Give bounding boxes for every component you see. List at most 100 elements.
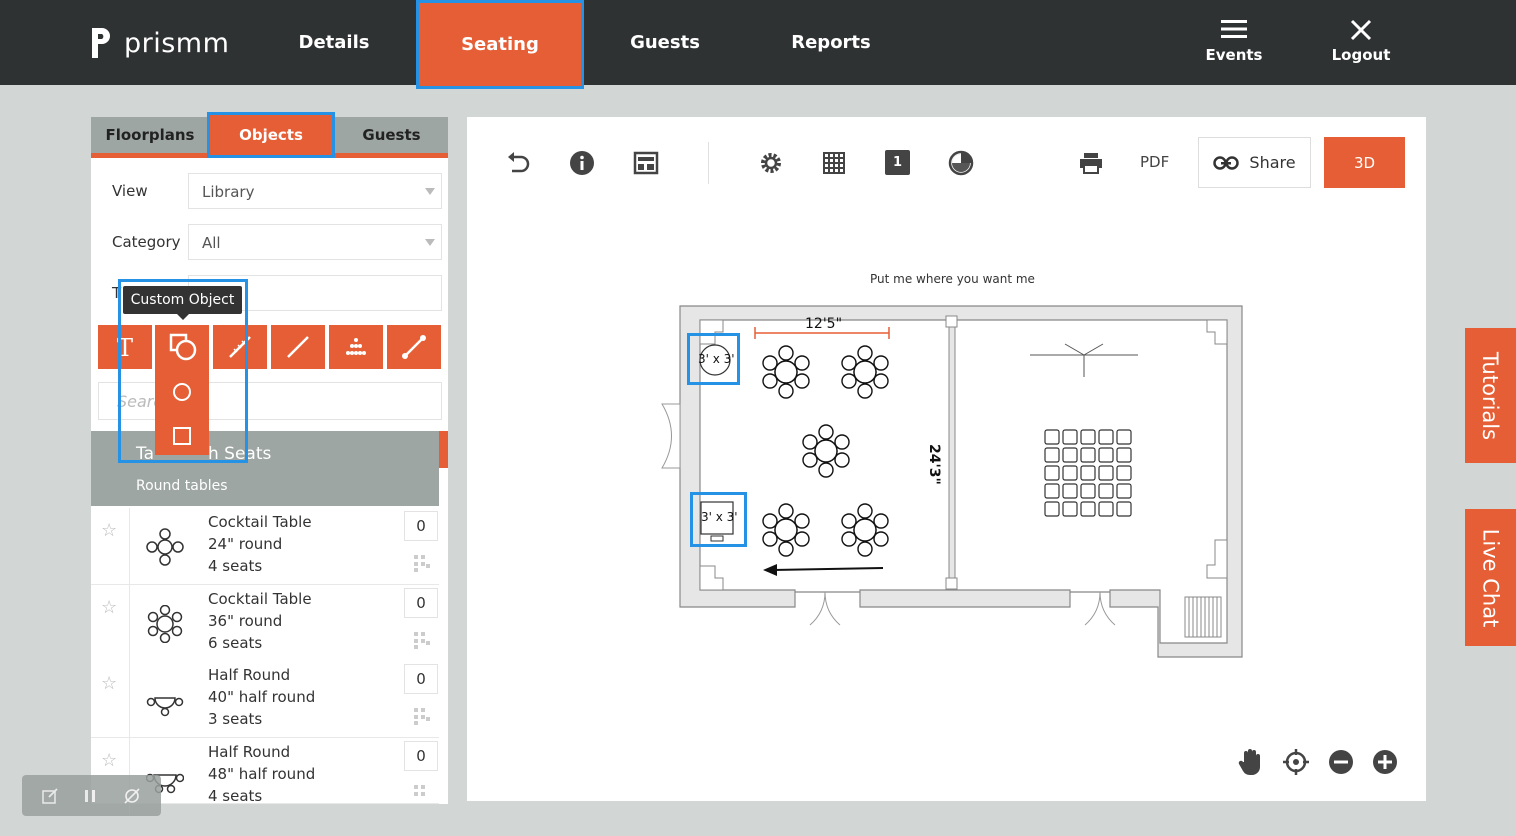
zoom-out-button[interactable] xyxy=(1326,747,1356,777)
highlight-custom-square-object xyxy=(690,492,747,547)
half-circle-icon xyxy=(948,150,974,176)
quantity-field[interactable]: 0 xyxy=(404,511,438,541)
tab-objects[interactable]: Objects xyxy=(207,112,335,158)
item-seats: 4 seats xyxy=(208,787,263,805)
item-name: Cocktail Table xyxy=(208,590,312,608)
chevron-down-icon xyxy=(425,239,435,246)
layer-number-button[interactable]: 1 xyxy=(885,150,910,175)
tutorials-tab[interactable]: Tutorials xyxy=(1465,328,1516,463)
recenter-button[interactable] xyxy=(1281,747,1311,777)
live-chat-label: Live Chat xyxy=(1478,528,1503,627)
item-size: 24" round xyxy=(208,535,283,553)
pan-button[interactable] xyxy=(1236,747,1264,777)
link-icon xyxy=(1213,155,1240,170)
tab-floorplans[interactable]: Floorplans xyxy=(91,117,209,153)
share-button[interactable]: Share xyxy=(1198,137,1311,188)
view-select-value: Library xyxy=(202,183,255,201)
quantity-field[interactable]: 0 xyxy=(404,664,438,694)
item-seats: 3 seats xyxy=(208,710,263,728)
layout-icon xyxy=(633,151,659,175)
grid-toggle-button[interactable] xyxy=(819,148,849,178)
item-size: 48" half round xyxy=(208,765,316,783)
nav-reports[interactable]: Reports xyxy=(746,0,916,85)
drag-handle-icon[interactable] xyxy=(413,784,431,802)
line-icon xyxy=(287,336,309,358)
print-button[interactable] xyxy=(1076,148,1106,178)
view-select[interactable]: Library xyxy=(188,173,442,209)
zoom-in-button[interactable] xyxy=(1370,747,1400,777)
wall-tool-button[interactable] xyxy=(387,325,441,369)
list-item[interactable]: ☆ Cocktail Table 36" round 6 seats 0 xyxy=(91,585,439,662)
drag-handle-icon[interactable] xyxy=(413,631,431,649)
minus-circle-icon xyxy=(1329,750,1353,774)
prismm-logo[interactable]: prismm xyxy=(90,26,229,60)
floorplan-drawing[interactable] xyxy=(655,300,1250,665)
list-item[interactable]: ☆ Half Round 40" half round 3 seats 0 xyxy=(91,661,439,738)
category-subtitle: Round tables xyxy=(136,478,228,494)
item-name: Half Round xyxy=(208,743,291,761)
star-icon[interactable]: ☆ xyxy=(101,750,117,771)
item-size: 40" half round xyxy=(208,688,316,706)
plus-circle-icon xyxy=(1373,750,1397,774)
hamburger-icon xyxy=(1221,20,1247,38)
wall-segment-icon xyxy=(402,335,426,359)
lighting-button[interactable] xyxy=(946,148,976,178)
logout-button[interactable]: Logout xyxy=(1329,18,1393,64)
height-dimension-label: 24'3" xyxy=(926,444,942,485)
nav-seating[interactable]: Seating xyxy=(416,0,584,89)
tab-guests[interactable]: Guests xyxy=(335,117,448,153)
recorder-toolbar xyxy=(22,775,161,816)
drag-handle-icon[interactable] xyxy=(413,554,431,572)
star-icon[interactable]: ☆ xyxy=(101,673,117,694)
grid-icon xyxy=(823,152,845,174)
list-item[interactable]: ☆ Cocktail Table 24" round 4 seats 0 xyxy=(91,508,439,585)
item-text: Half Round 48" half round 4 seats xyxy=(208,741,315,807)
nav-details[interactable]: Details xyxy=(252,0,416,85)
item-text: Half Round 40" half round 3 seats xyxy=(208,664,315,730)
nav-guests[interactable]: Guests xyxy=(584,0,746,85)
item-name: Cocktail Table xyxy=(208,513,312,531)
divider xyxy=(129,661,130,738)
seat-grid-tool-button[interactable] xyxy=(329,325,383,369)
item-size: 36" round xyxy=(208,612,283,630)
events-label: Events xyxy=(1205,46,1263,64)
star-icon[interactable]: ☆ xyxy=(101,597,117,618)
quantity-field[interactable]: 0 xyxy=(404,588,438,618)
cocktail-table-6-icon xyxy=(147,605,183,643)
category-label: Category xyxy=(112,233,181,251)
hide-icon[interactable] xyxy=(122,786,142,806)
top-navigation-bar: prismm Details Seating Guests Reports Ev… xyxy=(0,0,1516,89)
divider xyxy=(129,585,130,662)
three-d-view-button[interactable]: 3D xyxy=(1324,137,1405,188)
toolbar-divider xyxy=(708,142,709,184)
edit-icon[interactable] xyxy=(41,787,59,805)
item-text: Cocktail Table 24" round 4 seats xyxy=(208,511,312,577)
info-button[interactable] xyxy=(567,148,597,178)
item-seats: 6 seats xyxy=(208,634,263,652)
pdf-export-button[interactable]: PDF xyxy=(1140,153,1169,171)
category-select[interactable]: All xyxy=(188,224,442,260)
live-chat-tab[interactable]: Live Chat xyxy=(1465,509,1516,646)
chevron-down-icon xyxy=(425,188,435,195)
left-panel-tabs: Floorplans Objects Guests xyxy=(91,112,448,158)
category-accent-bar xyxy=(439,431,448,468)
item-name: Half Round xyxy=(208,666,291,684)
undo-icon xyxy=(508,152,530,173)
category-select-value: All xyxy=(202,234,221,252)
events-menu-button[interactable]: Events xyxy=(1203,18,1265,64)
info-icon xyxy=(570,151,594,175)
pause-icon[interactable] xyxy=(81,787,99,805)
layout-view-button[interactable] xyxy=(631,148,661,178)
cocktail-table-4-icon xyxy=(146,528,184,566)
undo-button[interactable] xyxy=(503,148,533,178)
item-seats: 4 seats xyxy=(208,557,263,575)
line-tool-button[interactable] xyxy=(271,325,325,369)
canvas-hint-text: Put me where you want me xyxy=(870,272,1035,286)
star-icon[interactable]: ☆ xyxy=(101,520,117,541)
drag-handle-icon[interactable] xyxy=(413,707,431,725)
settings-button[interactable] xyxy=(756,148,786,178)
tutorials-label: Tutorials xyxy=(1478,351,1503,440)
logo-text: prismm xyxy=(124,27,230,59)
seat-rows-icon xyxy=(346,338,366,355)
quantity-field[interactable]: 0 xyxy=(404,741,438,771)
